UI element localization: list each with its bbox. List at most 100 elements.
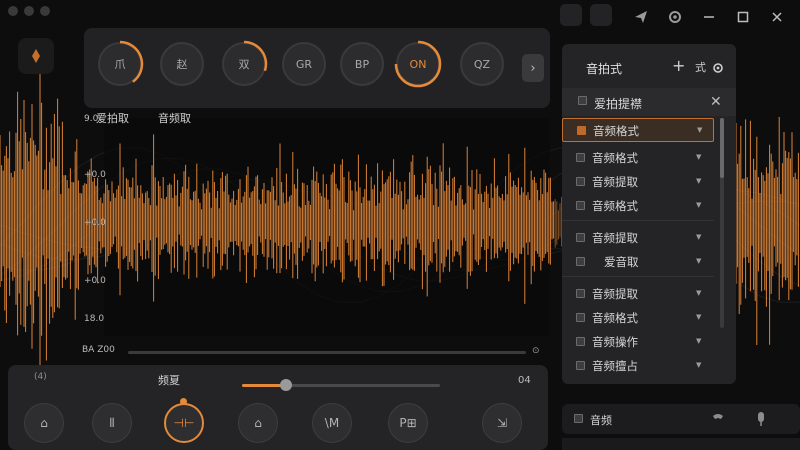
- effect-knob[interactable]: QZ: [460, 42, 504, 86]
- list-item-checkbox[interactable]: [576, 201, 585, 210]
- house-icon[interactable]: ⌂: [238, 403, 278, 443]
- toolbar-slot: [560, 4, 582, 26]
- bottom-checkbox[interactable]: [574, 414, 583, 423]
- effect-knob-text: QZ: [473, 57, 491, 71]
- add-button[interactable]: +: [672, 56, 685, 75]
- list-item[interactable]: 音频擅占 ▼: [562, 354, 714, 378]
- list-item[interactable]: 音频格式 ▼: [562, 306, 714, 330]
- list-item-label: 爱音取: [604, 255, 639, 269]
- volume-slider[interactable]: [242, 379, 440, 391]
- effect-knob[interactable]: 赵: [160, 42, 204, 86]
- list-item-checkbox[interactable]: [576, 337, 585, 346]
- list-item-checkbox[interactable]: [576, 257, 585, 266]
- home-icon[interactable]: ⌂: [24, 403, 64, 443]
- list-item-label: 音频提取: [592, 175, 638, 189]
- list-item[interactable]: 音频格式 ▼: [562, 194, 714, 218]
- effect-knob-arc: [119, 40, 144, 83]
- close-window-dot[interactable]: [8, 6, 18, 16]
- close-icon[interactable]: [764, 6, 790, 28]
- minimize-icon[interactable]: [696, 6, 722, 28]
- bottom-right-bar: 音频: [562, 404, 800, 434]
- effect-knob-text: BP: [354, 57, 370, 71]
- zoom-window-dot[interactable]: [40, 6, 50, 16]
- settings-icon[interactable]: [662, 6, 688, 28]
- volume-knob[interactable]: [279, 379, 292, 391]
- axis-label: 9.0: [84, 114, 99, 124]
- list-separator: [562, 276, 714, 277]
- close-icon[interactable]: ✕: [710, 94, 722, 110]
- equalizer-icon[interactable]: ⫴: [92, 403, 132, 443]
- subheader-checkbox[interactable]: [578, 96, 587, 105]
- list-item-checkbox[interactable]: [576, 313, 585, 322]
- panel-header: 音拍式 + 式: [562, 44, 736, 86]
- format-button[interactable]: 式: [695, 59, 706, 75]
- chevron-down-icon[interactable]: ▼: [696, 233, 701, 241]
- gear-icon[interactable]: [712, 59, 724, 78]
- list-item[interactable]: 音频格式 ▼: [562, 146, 714, 170]
- mic-icon[interactable]: [754, 411, 768, 431]
- chevron-right-icon[interactable]: ›: [522, 54, 544, 82]
- timeline-scrubber[interactable]: [128, 351, 526, 354]
- list-item-label: 音频格式: [593, 124, 639, 138]
- list-item[interactable]: 音频提取 ▼: [562, 226, 714, 250]
- list-item-checkbox[interactable]: [576, 361, 585, 370]
- window-traffic-lights: [8, 6, 50, 16]
- phone-icon[interactable]: [710, 411, 726, 431]
- effect-knob-arc: [243, 40, 268, 72]
- list-item[interactable]: 音频操作 ▼: [562, 330, 714, 354]
- chevron-down-icon[interactable]: ▼: [696, 201, 701, 209]
- effect-knob[interactable]: 双: [222, 40, 268, 86]
- maximize-icon[interactable]: [730, 6, 756, 28]
- effect-knob[interactable]: 爪: [98, 40, 144, 86]
- list-separator: [562, 220, 714, 221]
- effect-knob-text: GR: [295, 57, 313, 71]
- send-icon[interactable]: [628, 6, 654, 28]
- list-item-checkbox[interactable]: [576, 289, 585, 298]
- effect-label: 音频取: [158, 112, 191, 125]
- list-item-checkbox[interactable]: [577, 126, 586, 135]
- effect-knob[interactable]: ON: [394, 40, 442, 88]
- chevron-down-icon[interactable]: ▼: [696, 337, 701, 345]
- chevron-down-icon[interactable]: ▼: [696, 153, 701, 161]
- effect-knob[interactable]: BP: [340, 42, 384, 86]
- chevron-down-icon[interactable]: ▼: [696, 177, 701, 185]
- list-item-label: 音频擅占: [592, 359, 638, 373]
- chevron-down-icon[interactable]: ▼: [696, 313, 701, 321]
- list-item-checkbox[interactable]: [576, 153, 585, 162]
- scrollbar-thumb[interactable]: [720, 118, 724, 178]
- split-icon[interactable]: ⊣⊢: [164, 403, 204, 443]
- minimize-window-dot[interactable]: [24, 6, 34, 16]
- list-item-checkbox[interactable]: [576, 177, 585, 186]
- chevron-down-icon[interactable]: ▼: [696, 289, 701, 297]
- timeline-label: BA Z00: [82, 345, 115, 355]
- effect-knob-arc-path: [394, 40, 442, 88]
- list-item-checkbox[interactable]: [576, 233, 585, 242]
- wm-icon[interactable]: \M: [312, 403, 352, 443]
- list-item-label: 音频格式: [592, 151, 638, 165]
- window-controls: [628, 6, 790, 28]
- bottom-right-strip: [562, 438, 800, 450]
- effects-bar: 爪爱拍取 赵音频取 双 GR BP ON QZ ›: [84, 28, 550, 125]
- list-item-label: 音频格式: [592, 199, 638, 213]
- transport-count: 04: [518, 375, 531, 386]
- subheader-label: 爱拍提襟: [594, 97, 643, 111]
- chevron-down-icon[interactable]: ▼: [696, 361, 701, 369]
- panel-subheader: 爱拍提襟 ✕: [562, 88, 736, 116]
- list-item[interactable]: 音频格式 ▼: [562, 118, 714, 142]
- transport-time: (4): [34, 372, 47, 382]
- list-item[interactable]: 音频提取 ▼: [562, 170, 714, 194]
- chevron-down-icon[interactable]: ▼: [696, 257, 701, 265]
- chevron-down-icon[interactable]: ▼: [697, 126, 702, 134]
- axis-label: +0.0: [84, 276, 106, 286]
- effect-knob[interactable]: GR: [282, 42, 326, 86]
- panel-scrollbar[interactable]: [720, 118, 724, 328]
- effect-knob-arc-path: [119, 40, 144, 83]
- transport-panel: (4) 频夏 04 ⌂ ⫴ ⊣⊢ ⌂ \M P⊞ ⇲: [8, 365, 548, 450]
- marker-icon[interactable]: ⊙: [532, 346, 540, 356]
- list-item[interactable]: 爱音取 ▼: [562, 250, 714, 274]
- effect-knob-text: 赵: [176, 58, 188, 71]
- toolbar-slot: [590, 4, 612, 26]
- export-icon[interactable]: ⇲: [482, 403, 522, 443]
- pb-icon[interactable]: P⊞: [388, 403, 428, 443]
- list-item[interactable]: 音频提取 ▼: [562, 282, 714, 306]
